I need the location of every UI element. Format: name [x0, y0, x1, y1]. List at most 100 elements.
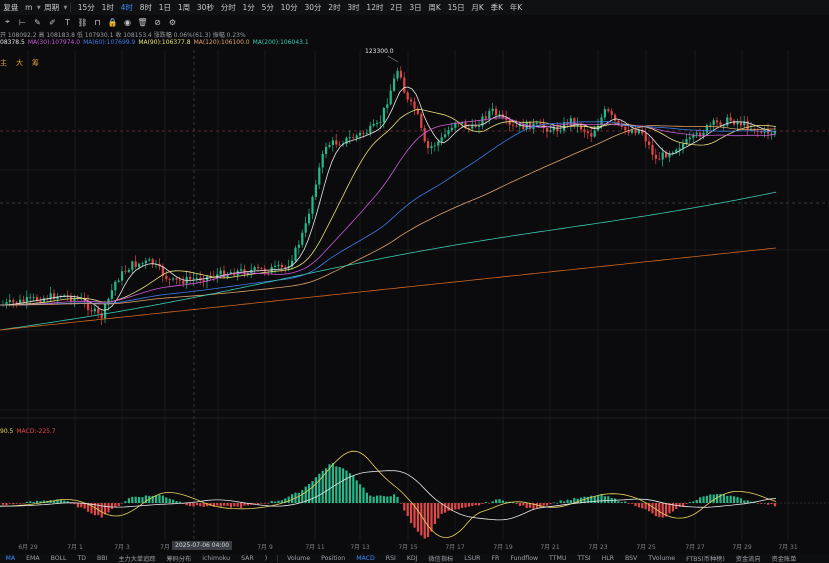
candle-body [134, 261, 137, 267]
candle-body [423, 127, 426, 142]
period-7[interactable]: 1日 [155, 2, 174, 13]
macd-bar [389, 496, 392, 503]
period-17[interactable]: 12时 [363, 2, 387, 13]
period-19[interactable]: 3日 [406, 2, 425, 13]
indicator-tab[interactable]: LSUR [459, 555, 486, 562]
period-4[interactable]: 1时 [98, 2, 117, 13]
ruler-icon[interactable]: ⊢ [15, 18, 30, 27]
period-15[interactable]: 2时 [325, 2, 344, 13]
period-0[interactable]: 复盘 [0, 2, 22, 13]
indicator-tab[interactable]: BBI [92, 555, 113, 562]
candle-body [318, 167, 321, 185]
macd-bar [597, 495, 600, 503]
candle-body [321, 153, 324, 168]
candle-body [614, 114, 617, 121]
magnet-icon[interactable]: ⊓ [90, 18, 105, 27]
indicator-tab[interactable]: MA [0, 555, 21, 562]
period-16[interactable]: 3时 [344, 2, 363, 13]
period-22[interactable]: 月K [468, 2, 487, 13]
macd-bar [688, 502, 691, 503]
indicator-tab[interactable]: Fundflow [505, 555, 544, 562]
macd-bar [117, 503, 120, 507]
period-9[interactable]: 30秒 [194, 2, 218, 13]
indicator-tab[interactable]: EMA [21, 555, 45, 562]
period-11[interactable]: 1分 [239, 2, 258, 13]
macd-bar [430, 503, 433, 532]
period-21[interactable]: 15日 [444, 2, 468, 13]
lock-icon[interactable]: 🔒 [105, 18, 120, 27]
hide-icon[interactable]: ⊘ [150, 18, 165, 27]
brush-icon[interactable]: ✐ [45, 18, 60, 27]
indicator-tab[interactable]: 资金账单 [766, 554, 802, 563]
macd-bar [770, 503, 773, 505]
period-18[interactable]: 2日 [387, 2, 406, 13]
indicator-tab[interactable]: MACD [351, 555, 381, 562]
candle-body [590, 133, 593, 137]
candle-body [393, 78, 396, 91]
eye-icon[interactable]: ◉ [120, 18, 135, 27]
candle-body [593, 130, 596, 137]
macd-bar [382, 496, 385, 503]
indicator-tab[interactable]: FR [486, 555, 505, 562]
indicator-tab[interactable]: ) [259, 555, 272, 562]
period-8[interactable]: 1周 [174, 2, 193, 13]
indicator-tab[interactable]: TTMU [544, 555, 572, 562]
candle-body [478, 125, 481, 128]
period-2[interactable]: 周期 [41, 2, 63, 13]
period-13[interactable]: 10分 [277, 2, 301, 13]
indicator-tab[interactable]: ichimoku [197, 555, 236, 562]
indicator-tab[interactable]: RSI [380, 555, 401, 562]
macd-bar [134, 496, 137, 503]
candle-body [335, 140, 338, 145]
candle-body [141, 263, 144, 264]
indicator-tab[interactable]: BSV [619, 555, 642, 562]
indicator-tab[interactable]: TTSI [572, 555, 596, 562]
macd-bar [641, 503, 644, 509]
indicator-tab[interactable]: FTBS(币种榜) [681, 554, 731, 563]
macd-bar [127, 498, 130, 503]
indicator-tab[interactable]: Volume [282, 555, 316, 562]
period-3[interactable]: 15分 [74, 2, 98, 13]
period-5[interactable]: 4时 [117, 2, 136, 13]
period-12[interactable]: 5分 [258, 2, 277, 13]
crosshair-icon[interactable]: ⌖ [0, 17, 15, 27]
indicator-tab[interactable]: BOLL [45, 555, 72, 562]
candle-body [97, 308, 100, 314]
indicator-tab[interactable]: 筹码分布 [161, 554, 197, 563]
trash-icon[interactable]: 🗑 [135, 18, 150, 27]
period-14[interactable]: 30分 [301, 2, 325, 13]
macd-bar [631, 503, 634, 504]
settings-icon[interactable]: ⚙ [165, 18, 180, 27]
price-chart[interactable] [0, 0, 829, 563]
macd-bar [627, 503, 630, 504]
macd-bar [773, 503, 776, 507]
macd-bar [155, 495, 158, 503]
indicator-tab[interactable]: KDJ [401, 555, 423, 562]
candle-body [736, 122, 739, 125]
period-20[interactable]: 周K [425, 2, 444, 13]
indicator-tab[interactable]: TVolume [643, 555, 681, 562]
indicator-tab[interactable]: SAR [236, 555, 260, 562]
period-10[interactable]: 分时 [217, 2, 239, 13]
macd-bar [138, 496, 141, 503]
x-tick-label: 7月 21 [540, 544, 560, 551]
link-icon[interactable]: ⛓ [75, 18, 90, 27]
ma90-line [0, 108, 777, 306]
indicator-tab[interactable]: Position [316, 555, 351, 562]
indicator-tab[interactable]: TD [72, 555, 92, 562]
period-23[interactable]: 季K [487, 2, 506, 13]
indicator-tab[interactable]: 主力大单追踪 [113, 554, 161, 563]
macd-bar [722, 494, 725, 503]
text-icon[interactable]: Ｔ [60, 17, 75, 28]
candle-body [178, 279, 181, 281]
indicator-tab[interactable]: HLR [596, 555, 619, 562]
period-6[interactable]: 8时 [136, 2, 155, 13]
macd-bar [274, 501, 277, 503]
indicator-tab[interactable]: 资金流向 [730, 554, 766, 563]
period-1[interactable]: m [22, 3, 36, 12]
period-24[interactable]: 年K [506, 2, 525, 13]
pencil-icon[interactable]: ✎ [30, 18, 45, 27]
indicator-tab[interactable]: 微信指标 [423, 554, 459, 563]
macd-bar [600, 494, 603, 503]
candle-body [274, 265, 277, 267]
